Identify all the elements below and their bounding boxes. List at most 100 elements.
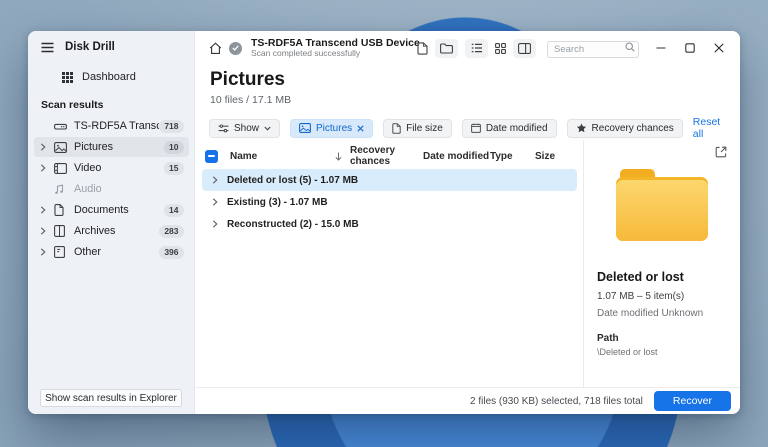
row-label: Existing (3) - 1.07 MB — [227, 196, 328, 208]
sliders-icon — [218, 123, 229, 133]
file-list: Name Recovery chances Date modified Type… — [195, 140, 583, 387]
count-badge: 15 — [163, 161, 184, 175]
dashboard-grid-icon — [62, 71, 73, 83]
row-label: Reconstructed (2) - 15.0 MB — [227, 218, 359, 230]
active-filter-chip-pictures[interactable]: Pictures — [290, 118, 374, 138]
sidebar-item-audio[interactable]: Audio — [34, 179, 189, 199]
scan-status-text: Scan completed successfully — [251, 48, 361, 59]
row-label: Deleted or lost (5) - 1.07 MB — [227, 174, 359, 186]
filter-row: Show Pictures File size Date modified Re… — [209, 116, 730, 140]
sort-descending-icon[interactable] — [335, 152, 342, 161]
scan-results-section-label: Scan results — [41, 99, 104, 111]
count-badge: 10 — [163, 140, 184, 154]
star-icon — [576, 123, 587, 133]
hamburger-menu-icon[interactable] — [41, 42, 54, 53]
open-preview-icon[interactable] — [715, 146, 727, 158]
sidebar-item-label: Archives — [74, 225, 116, 237]
chevron-right-icon[interactable] — [40, 143, 54, 151]
other-file-icon — [54, 246, 74, 258]
list-view-button[interactable] — [465, 38, 488, 58]
desktop-wallpaper: { "sidebar": { "app_title": "Disk Drill"… — [0, 0, 768, 447]
sidebar-item-archives[interactable]: Archives 283 — [34, 221, 189, 241]
drive-icon — [54, 121, 74, 132]
table-row-deleted-or-lost[interactable]: Deleted or lost (5) - 1.07 MB — [202, 169, 577, 191]
archive-icon — [54, 225, 74, 237]
sidebar-item-video[interactable]: Video 15 — [34, 158, 189, 178]
chevron-right-icon[interactable] — [40, 164, 54, 172]
page-subtitle: 10 files / 17.1 MB — [210, 94, 292, 106]
chevron-right-icon[interactable] — [212, 176, 218, 184]
column-header-size[interactable]: Size — [535, 151, 583, 162]
details-path-value: \Deleted or lost — [597, 347, 658, 357]
folder-view-button[interactable] — [435, 38, 458, 58]
select-all-checkbox[interactable] — [205, 149, 218, 163]
table-row-existing[interactable]: Existing (3) - 1.07 MB — [202, 191, 577, 213]
sidebar-header: Disk Drill — [28, 31, 194, 53]
count-badge: 396 — [158, 245, 184, 259]
chevron-right-icon[interactable] — [40, 206, 54, 214]
home-icon[interactable] — [209, 41, 222, 55]
chevron-down-icon — [264, 126, 271, 131]
sidebar-item-pictures[interactable]: Pictures 10 — [34, 137, 189, 157]
show-in-explorer-button[interactable]: Show scan results in Explorer — [40, 389, 182, 407]
chevron-right-icon[interactable] — [212, 220, 218, 228]
table-row-reconstructed[interactable]: Reconstructed (2) - 15.0 MB — [202, 213, 577, 235]
file-size-filter-chip[interactable]: File size — [383, 118, 452, 138]
column-header-date-modified[interactable]: Date modified — [423, 151, 490, 162]
recovery-chances-filter-label: Recovery chances — [591, 122, 674, 134]
column-header-recovery-chances[interactable]: Recovery chances — [350, 145, 423, 167]
chevron-right-icon[interactable] — [40, 227, 54, 235]
close-button[interactable] — [708, 38, 730, 58]
date-modified-filter-label: Date modified — [485, 122, 548, 134]
search-icon — [625, 41, 635, 52]
count-badge: 283 — [158, 224, 184, 238]
recovery-chances-filter-chip[interactable]: Recovery chances — [566, 118, 683, 138]
details-title: Deleted or lost — [597, 270, 684, 284]
calendar-icon — [470, 123, 481, 133]
close-icon[interactable] — [357, 124, 364, 132]
maximize-button[interactable] — [679, 38, 701, 58]
sidebar-item-dashboard[interactable]: Dashboard — [34, 68, 188, 86]
device-title-block: TS-RDF5A Transcend USB Device Scan compl… — [251, 37, 420, 59]
audio-icon — [54, 184, 74, 195]
details-date-line: Date modified Unknown — [597, 308, 704, 319]
file-icon — [392, 122, 401, 134]
sidebar-footer: Show scan results in Explorer — [40, 388, 182, 407]
count-badge: 14 — [163, 203, 184, 217]
file-size-filter-label: File size — [406, 122, 443, 134]
video-icon — [54, 162, 74, 174]
sidebar-item-label: Audio — [74, 183, 102, 195]
main-area: TS-RDF5A Transcend USB Device Scan compl… — [195, 31, 740, 414]
date-modified-filter-chip[interactable]: Date modified — [461, 118, 557, 138]
show-filter-label: Show — [234, 122, 260, 134]
body-split: Name Recovery chances Date modified Type… — [195, 140, 740, 387]
minimize-button[interactable] — [650, 38, 672, 58]
column-header-name[interactable]: Name — [230, 151, 257, 162]
page-title: Pictures — [210, 69, 285, 90]
sidebar-item-label: TS-RDF5A Transcend US... — [74, 120, 159, 132]
reset-all-link[interactable]: Reset all — [693, 116, 740, 140]
details-panel-toggle-button[interactable] — [513, 38, 536, 58]
active-filter-label: Pictures — [316, 122, 353, 134]
grid-view-icon[interactable] — [495, 42, 506, 54]
new-file-icon[interactable] — [417, 41, 428, 55]
show-filter-dropdown[interactable]: Show — [209, 118, 281, 138]
sidebar: Disk Drill Dashboard Scan results TS-RDF… — [28, 31, 195, 414]
sidebar-item-label: Pictures — [74, 141, 114, 153]
sidebar-item-documents[interactable]: Documents 14 — [34, 200, 189, 220]
chevron-right-icon[interactable] — [40, 248, 54, 256]
details-panel: Deleted or lost 1.07 MB – 5 item(s) Date… — [583, 140, 740, 387]
details-size-line: 1.07 MB – 5 item(s) — [597, 291, 685, 302]
sidebar-item-label: Other — [74, 246, 102, 258]
recover-button[interactable]: Recover — [653, 391, 731, 411]
app-title: Disk Drill — [65, 41, 115, 53]
details-path-label: Path — [597, 333, 619, 344]
topbar: TS-RDF5A Transcend USB Device Scan compl… — [195, 31, 740, 62]
sidebar-item-other[interactable]: Other 396 — [34, 242, 189, 262]
chevron-right-icon[interactable] — [212, 198, 218, 206]
column-header-type[interactable]: Type — [490, 151, 535, 162]
count-badge: 718 — [158, 119, 184, 133]
search-box — [547, 39, 639, 58]
scan-complete-check-icon — [229, 41, 242, 55]
sidebar-item-device[interactable]: TS-RDF5A Transcend US... 718 — [34, 116, 189, 136]
